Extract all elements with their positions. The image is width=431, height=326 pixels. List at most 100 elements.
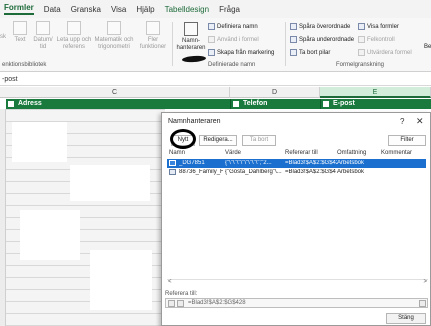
- header-email-label: E-post: [333, 100, 355, 107]
- filter-dropdown-icon[interactable]: [8, 101, 14, 107]
- formula-bar[interactable]: -post: [0, 73, 431, 86]
- help-icon[interactable]: ?: [400, 117, 404, 126]
- name-manager-label-1: Namn-: [181, 38, 200, 44]
- math-trig-button[interactable]: Matematik och trigonometri: [94, 21, 134, 51]
- table-header-address[interactable]: Adress: [6, 99, 230, 109]
- filter-dropdown-icon[interactable]: [233, 101, 239, 107]
- scroll-left-icon[interactable]: <: [168, 279, 172, 285]
- header-address-label: Adress: [18, 100, 42, 107]
- evaluate-formula-button[interactable]: Utvärdera formel: [358, 49, 412, 56]
- lookup-label-1: Leta upp och: [56, 37, 92, 43]
- name-manager-dialog: Namnhanteraren ? ✕ Nytt Redigera... Ta b…: [161, 112, 431, 326]
- tab-data[interactable]: Data: [44, 5, 61, 14]
- more-label-1: Fler: [147, 37, 159, 43]
- refers-to-value: =Blad3!$A$2:$G$428: [188, 300, 246, 306]
- name-manager-button[interactable]: Namn- hanteraren: [176, 22, 206, 52]
- collapse-dialog-icon[interactable]: [419, 300, 426, 307]
- lookup-partial-label: sk: [0, 34, 6, 40]
- refers-to-field[interactable]: =Blad3!$A$2:$G$428: [165, 298, 428, 308]
- lookup-label-2: referens: [62, 44, 85, 50]
- ribbon-separator: [172, 22, 173, 66]
- delete-name-button[interactable]: Ta bort: [242, 135, 276, 146]
- col-refers-header[interactable]: Refererar till: [285, 150, 318, 156]
- show-formulas-icon: [358, 23, 365, 30]
- redacted-area: [12, 122, 67, 162]
- show-formulas-button[interactable]: Visa formler: [358, 23, 399, 30]
- row-name: 88736_Family_Fi...: [179, 169, 223, 175]
- row-header-strip[interactable]: [0, 109, 6, 326]
- edit-name-button[interactable]: Redigera...: [199, 135, 237, 146]
- trace-precedents-icon: [290, 23, 297, 30]
- row-value: {"\"\"\"\"\"\"\"\";"2...: [225, 160, 272, 166]
- lookup-reference-button[interactable]: Leta upp och referens: [56, 21, 92, 51]
- col-scope-header[interactable]: Omfattning: [337, 150, 366, 156]
- datetime-label-2: tid: [39, 44, 47, 50]
- close-icon[interactable]: ✕: [416, 116, 424, 127]
- tab-view[interactable]: Visa: [111, 5, 126, 14]
- more-functions-button[interactable]: Fler funktioner: [136, 21, 170, 51]
- filter-button[interactable]: Filter: [388, 135, 426, 146]
- tab-formulas[interactable]: Formler: [4, 3, 34, 15]
- use-in-formula-button[interactable]: Använd i formel: [208, 36, 259, 43]
- row-refers: =Blad3!$A$2:$G$428: [285, 160, 337, 166]
- create-from-selection-label: Skapa från markering: [217, 49, 275, 56]
- remove-arrows-icon: [290, 49, 297, 56]
- trace-precedents-label: Spåra överordnade: [299, 23, 351, 30]
- error-checking-icon: [358, 36, 365, 43]
- col-name-header[interactable]: Namn: [169, 150, 185, 156]
- evaluate-formula-label: Utvärdera formel: [367, 49, 412, 56]
- create-from-selection-icon: [208, 49, 215, 56]
- column-header-e[interactable]: E: [320, 87, 431, 98]
- use-in-formula-label: Använd i formel: [217, 36, 259, 43]
- tab-review[interactable]: Granska: [71, 5, 101, 14]
- datetime-functions-button[interactable]: Datum/ tid: [32, 21, 54, 51]
- filter-dropdown-icon[interactable]: [323, 101, 329, 107]
- confirm-edit-icon[interactable]: [177, 300, 184, 307]
- row-value: {"Gösta_Dahlberg"\...: [225, 169, 282, 175]
- trace-dependents-label: Spåra underordnade: [299, 36, 355, 43]
- create-from-selection-button[interactable]: Skapa från markering: [208, 49, 274, 56]
- list-item[interactable]: _DG7851 {"\"\"\"\"\"\"\"\";"2... =Blad3!…: [167, 159, 426, 168]
- show-formulas-label: Visa formler: [367, 23, 399, 30]
- cancel-edit-icon[interactable]: [168, 300, 175, 307]
- tab-help[interactable]: Hjälp: [136, 5, 154, 14]
- annotation-circle: [170, 129, 196, 149]
- column-header-d[interactable]: D: [230, 87, 320, 98]
- text-functions-button[interactable]: Text: [10, 21, 30, 44]
- name-manager-icon: [184, 22, 198, 36]
- remove-arrows-button[interactable]: Ta bort pilar: [290, 49, 330, 56]
- lookup-icon: [67, 21, 81, 35]
- trace-precedents-button[interactable]: Spåra överordnade: [290, 23, 350, 30]
- col-value-header[interactable]: Värde: [225, 150, 241, 156]
- math-icon: [107, 21, 121, 35]
- scroll-right-icon[interactable]: >: [423, 279, 427, 285]
- close-button[interactable]: Stäng: [386, 313, 426, 324]
- error-checking-button[interactable]: Felkontroll: [358, 36, 395, 43]
- table-icon: [169, 160, 176, 166]
- row-name: _DG7851: [179, 160, 205, 166]
- remove-arrows-label: Ta bort pilar: [299, 49, 331, 56]
- col-comment-header[interactable]: Kommentar: [381, 150, 412, 156]
- row-refers: =Blad3!$A$2:$G$47...: [285, 169, 337, 175]
- column-header-c[interactable]: C: [0, 87, 230, 98]
- dialog-title: Namnhanteraren: [168, 118, 221, 125]
- table-icon: [169, 169, 176, 175]
- list-item[interactable]: 88736_Family_Fi... {"Gösta_Dahlberg"\...…: [167, 168, 426, 177]
- evaluate-formula-icon: [358, 49, 365, 56]
- scribble-mark: [181, 55, 207, 63]
- table-header-phone[interactable]: Telefon: [230, 99, 320, 109]
- lookup-partial-button[interactable]: sk: [0, 34, 6, 41]
- tab-table-design[interactable]: Tabelldesign: [165, 5, 209, 14]
- tab-query[interactable]: Fråga: [219, 5, 240, 14]
- row-scope: Arbetsbok: [337, 160, 365, 166]
- table-header-email[interactable]: E-post: [320, 99, 431, 109]
- horizontal-scrollbar[interactable]: < >: [167, 279, 428, 286]
- trace-dependents-icon: [290, 36, 297, 43]
- calendar-icon: [36, 21, 50, 35]
- math-label-2: trigonometri: [98, 44, 130, 50]
- error-checking-label: Felkontroll: [367, 36, 395, 43]
- ribbon-tab-bar: Formler Data Granska Visa Hjälp Tabellde…: [0, 0, 431, 18]
- group-label-function-library: enktionsbibliotek: [2, 62, 47, 68]
- trace-dependents-button[interactable]: Spåra underordnade: [290, 36, 354, 43]
- define-name-button[interactable]: Definiera namn: [208, 23, 258, 30]
